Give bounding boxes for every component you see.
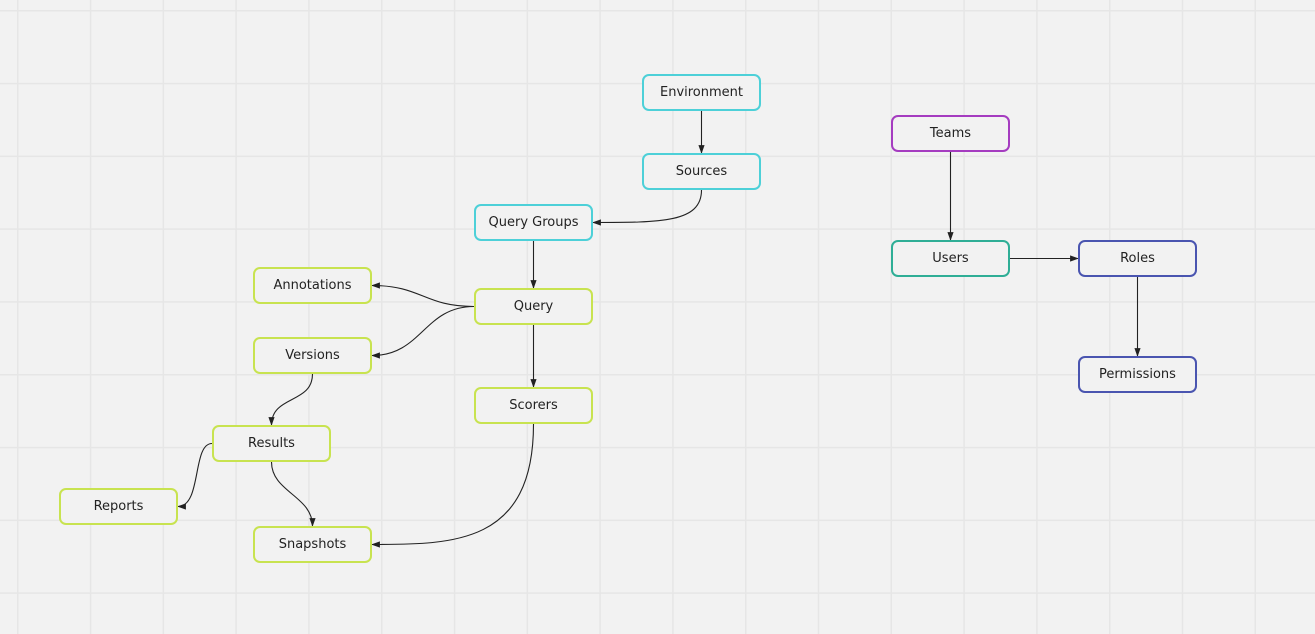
node-reports[interactable]: Reports: [59, 488, 178, 525]
node-label: Snapshots: [278, 537, 347, 552]
node-sources[interactable]: Sources: [642, 153, 761, 190]
node-results[interactable]: Results: [212, 425, 331, 462]
node-scorers[interactable]: Scorers: [474, 387, 593, 424]
node-snapshots[interactable]: Snapshots: [253, 526, 372, 563]
node-label: Annotations: [273, 278, 352, 293]
node-label: Sources: [675, 164, 728, 179]
edge-sources-to-query-groups[interactable]: [592, 189, 703, 226]
node-label: Versions: [285, 348, 340, 363]
node-roles[interactable]: Roles: [1078, 240, 1197, 277]
node-annotations[interactable]: Annotations: [253, 267, 372, 304]
node-label: Roles: [1120, 251, 1155, 266]
edge-query-to-annotations[interactable]: [371, 282, 475, 308]
node-label: Query: [513, 299, 554, 314]
node-query[interactable]: Query: [474, 288, 593, 325]
node-label: Scorers: [509, 398, 558, 413]
edge-scorers-to-snapshots[interactable]: [371, 423, 535, 548]
node-teams[interactable]: Teams: [891, 115, 1010, 152]
edge-query-to-versions[interactable]: [371, 305, 475, 359]
node-label: Environment: [659, 85, 743, 100]
edge-results-to-reports[interactable]: [177, 442, 213, 510]
edge-results-to-snapshots[interactable]: [270, 461, 316, 527]
node-environment[interactable]: Environment: [642, 74, 761, 111]
node-users[interactable]: Users: [891, 240, 1010, 277]
node-label: Teams: [929, 126, 972, 141]
node-query-groups[interactable]: Query Groups: [474, 204, 593, 241]
node-permissions[interactable]: Permissions: [1078, 356, 1197, 393]
node-label: Reports: [93, 499, 144, 514]
node-versions[interactable]: Versions: [253, 337, 372, 374]
node-label: Users: [932, 251, 969, 266]
edge-versions-to-results[interactable]: [268, 373, 314, 426]
diagram-canvas[interactable]: Environment Sources Query Groups Query A…: [0, 0, 1315, 634]
node-label: Permissions: [1099, 367, 1176, 382]
node-label: Results: [248, 436, 295, 451]
node-label: Query Groups: [488, 215, 579, 230]
